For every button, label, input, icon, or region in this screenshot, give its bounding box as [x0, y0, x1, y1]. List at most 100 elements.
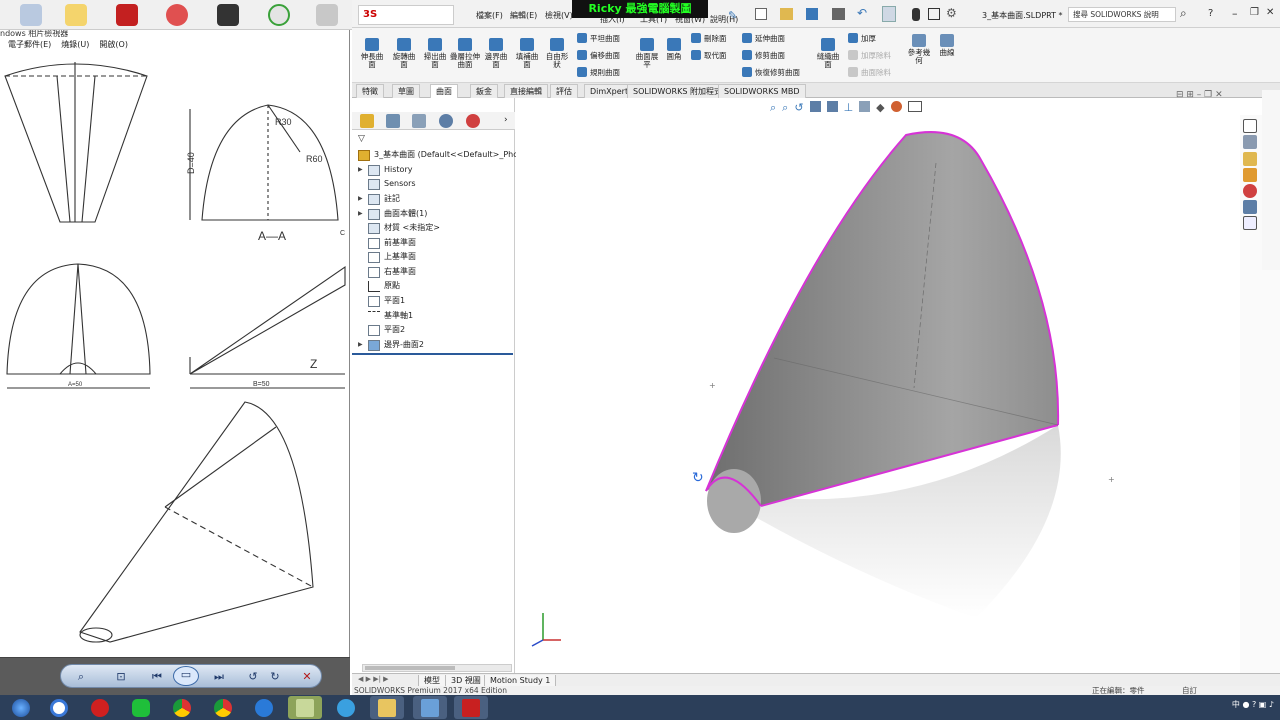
- tab-evaluate[interactable]: 評估: [550, 84, 578, 98]
- taskbar-chrome[interactable]: [165, 696, 199, 719]
- slideshow-icon[interactable]: ▭: [173, 666, 199, 686]
- view-settings-icon[interactable]: [907, 101, 922, 112]
- extruded-surface-button[interactable]: 伸長曲面: [358, 38, 386, 69]
- fillet-button[interactable]: 圓角: [664, 38, 684, 61]
- scene-icon[interactable]: [890, 101, 902, 112]
- open-icon[interactable]: [780, 8, 793, 20]
- restore-icon[interactable]: ❐: [1250, 7, 1259, 18]
- tree-item-right-plane[interactable]: 右基準面: [358, 265, 416, 279]
- start-button[interactable]: [4, 696, 38, 719]
- desktop-icon[interactable]: [20, 4, 42, 26]
- tree-item-front-plane[interactable]: 前基準面: [358, 236, 416, 250]
- traffic-light-icon[interactable]: [912, 8, 920, 21]
- tree-item-axis1[interactable]: 基準軸1: [358, 309, 413, 323]
- expand-icon[interactable]: ▶: [358, 207, 364, 221]
- trim-surface-button[interactable]: 修剪曲面: [742, 48, 785, 62]
- tree-item-origin[interactable]: 原點: [358, 279, 400, 293]
- taskbar-ie[interactable]: [247, 696, 281, 719]
- resources-icon[interactable]: [1243, 135, 1257, 149]
- taskbar-app[interactable]: [42, 696, 76, 719]
- rollback-bar[interactable]: [352, 353, 513, 355]
- tree-item-top-plane[interactable]: 上基準面: [358, 250, 416, 264]
- feature-manager-icon[interactable]: [360, 114, 374, 128]
- print-icon[interactable]: [832, 8, 845, 20]
- knit-surface-button[interactable]: 縫織曲面: [814, 38, 842, 69]
- file-explorer-icon[interactable]: [1243, 168, 1257, 182]
- taskbar-chrome-2[interactable]: [206, 696, 240, 719]
- tree-item-sensors[interactable]: Sensors: [358, 177, 416, 191]
- expand-icon[interactable]: ▶: [358, 192, 364, 206]
- close-icon[interactable]: ✕: [1266, 7, 1274, 18]
- viewer-menu-burn[interactable]: 燒錄(U): [61, 39, 89, 50]
- appearances-icon[interactable]: [1243, 184, 1257, 198]
- taskbar-explorer[interactable]: [370, 696, 404, 719]
- zoom-area-icon[interactable]: ⌕: [782, 101, 788, 115]
- thicken-cut-button[interactable]: 加厚除料: [848, 48, 891, 62]
- desktop-icon[interactable]: [316, 4, 338, 26]
- tree-item-surface-bodies[interactable]: ▶ 曲面本體(1): [358, 207, 427, 221]
- tab-nav-arrows[interactable]: ◀ ▶ ▶| ▶: [358, 675, 389, 683]
- design-library-icon[interactable]: [1243, 152, 1257, 166]
- pin-icon[interactable]: ✎: [728, 9, 737, 22]
- tab-mbd[interactable]: SOLIDWORKS MBD: [718, 84, 806, 98]
- tree-item-annotations[interactable]: ▶ 註記: [358, 192, 400, 206]
- appearance-icon[interactable]: ◆: [876, 101, 884, 115]
- expand-icon[interactable]: ▶: [358, 338, 364, 352]
- surface-flatten-button[interactable]: 曲面展平: [633, 38, 661, 69]
- tree-item-plane2[interactable]: 平面2: [358, 323, 405, 337]
- property-manager-icon[interactable]: [386, 114, 400, 128]
- section-view-icon[interactable]: [809, 101, 821, 112]
- rotate-ccw-icon[interactable]: ↺: [245, 669, 261, 685]
- status-units[interactable]: 自訂: [1182, 686, 1197, 695]
- surface-cut-button[interactable]: 曲面除料: [848, 65, 891, 79]
- save-icon[interactable]: [806, 8, 818, 20]
- tab-surfaces[interactable]: 曲面: [430, 84, 458, 98]
- extend-surface-button[interactable]: 延伸曲面: [742, 31, 785, 45]
- forum-icon[interactable]: [1243, 216, 1257, 230]
- chevron-right-icon[interactable]: ›: [504, 115, 508, 125]
- freeform-button[interactable]: 自由形狀: [544, 38, 570, 69]
- expand-icon[interactable]: ▶: [358, 163, 364, 177]
- zoom-to-fit-icon[interactable]: ⌕: [770, 101, 776, 115]
- thicken-button[interactable]: 加厚: [848, 31, 876, 45]
- untrim-surface-button[interactable]: 恢復修剪曲面: [742, 65, 800, 79]
- tab-sketch[interactable]: 草圖: [392, 84, 420, 98]
- desktop-icon[interactable]: [65, 4, 87, 26]
- view-orientation-icon[interactable]: [826, 101, 838, 112]
- menu-file[interactable]: 檔案(F): [476, 10, 503, 21]
- boundary-surface-button[interactable]: 邊界曲面: [482, 38, 510, 69]
- delete-face-button[interactable]: 刪除面: [691, 31, 727, 45]
- tab-features[interactable]: 特徵: [356, 84, 384, 98]
- rotate-cw-icon[interactable]: ↻: [267, 669, 283, 685]
- viewer-menu-email[interactable]: 電子郵件(E): [8, 39, 51, 50]
- ime-indicator[interactable]: 中: [1232, 700, 1240, 709]
- tab-sheet-metal[interactable]: 鈑金: [470, 84, 498, 98]
- tab-addins[interactable]: SOLIDWORKS 附加程式: [627, 84, 728, 98]
- tree-item-part[interactable]: 3_基本曲面 (Default<<Default>_Photo: [358, 148, 526, 162]
- new-doc-icon[interactable]: [755, 8, 767, 20]
- viewer-menu-open[interactable]: 開啟(O): [99, 39, 128, 50]
- desktop-icon[interactable]: [166, 4, 188, 26]
- previous-icon[interactable]: ⏮: [149, 669, 165, 685]
- planar-surface-button[interactable]: 平坦曲面: [577, 31, 620, 45]
- offset-surface-button[interactable]: 偏移曲面: [577, 48, 620, 62]
- previous-view-icon[interactable]: ↺: [794, 101, 803, 115]
- minimize-icon[interactable]: –: [1232, 7, 1238, 20]
- ruled-surface-button[interactable]: 規則曲面: [577, 65, 620, 79]
- file-properties-icon[interactable]: [928, 8, 940, 20]
- replace-face-button[interactable]: 取代面: [691, 48, 727, 62]
- tree-scrollbar-thumb[interactable]: [365, 666, 455, 670]
- taskbar-solidworks[interactable]: [454, 696, 488, 719]
- solidworks-logo[interactable]: 3S SOLIDWORKS: [358, 5, 454, 38]
- configuration-manager-icon[interactable]: [412, 114, 426, 128]
- taskbar-app[interactable]: [288, 696, 322, 719]
- menu-view[interactable]: 檢視(V): [545, 10, 573, 21]
- display-style-icon[interactable]: ⊥: [844, 101, 854, 115]
- undo-icon[interactable]: ↶: [857, 6, 867, 20]
- search-icon[interactable]: ⌕: [1180, 6, 1187, 21]
- custom-properties-icon[interactable]: [1243, 200, 1257, 214]
- gear-icon[interactable]: ⚙: [946, 6, 957, 20]
- tree-item-history[interactable]: ▶ History: [358, 163, 412, 177]
- taskbar-opera[interactable]: [83, 696, 117, 719]
- menu-edit[interactable]: 編輯(E): [510, 10, 537, 21]
